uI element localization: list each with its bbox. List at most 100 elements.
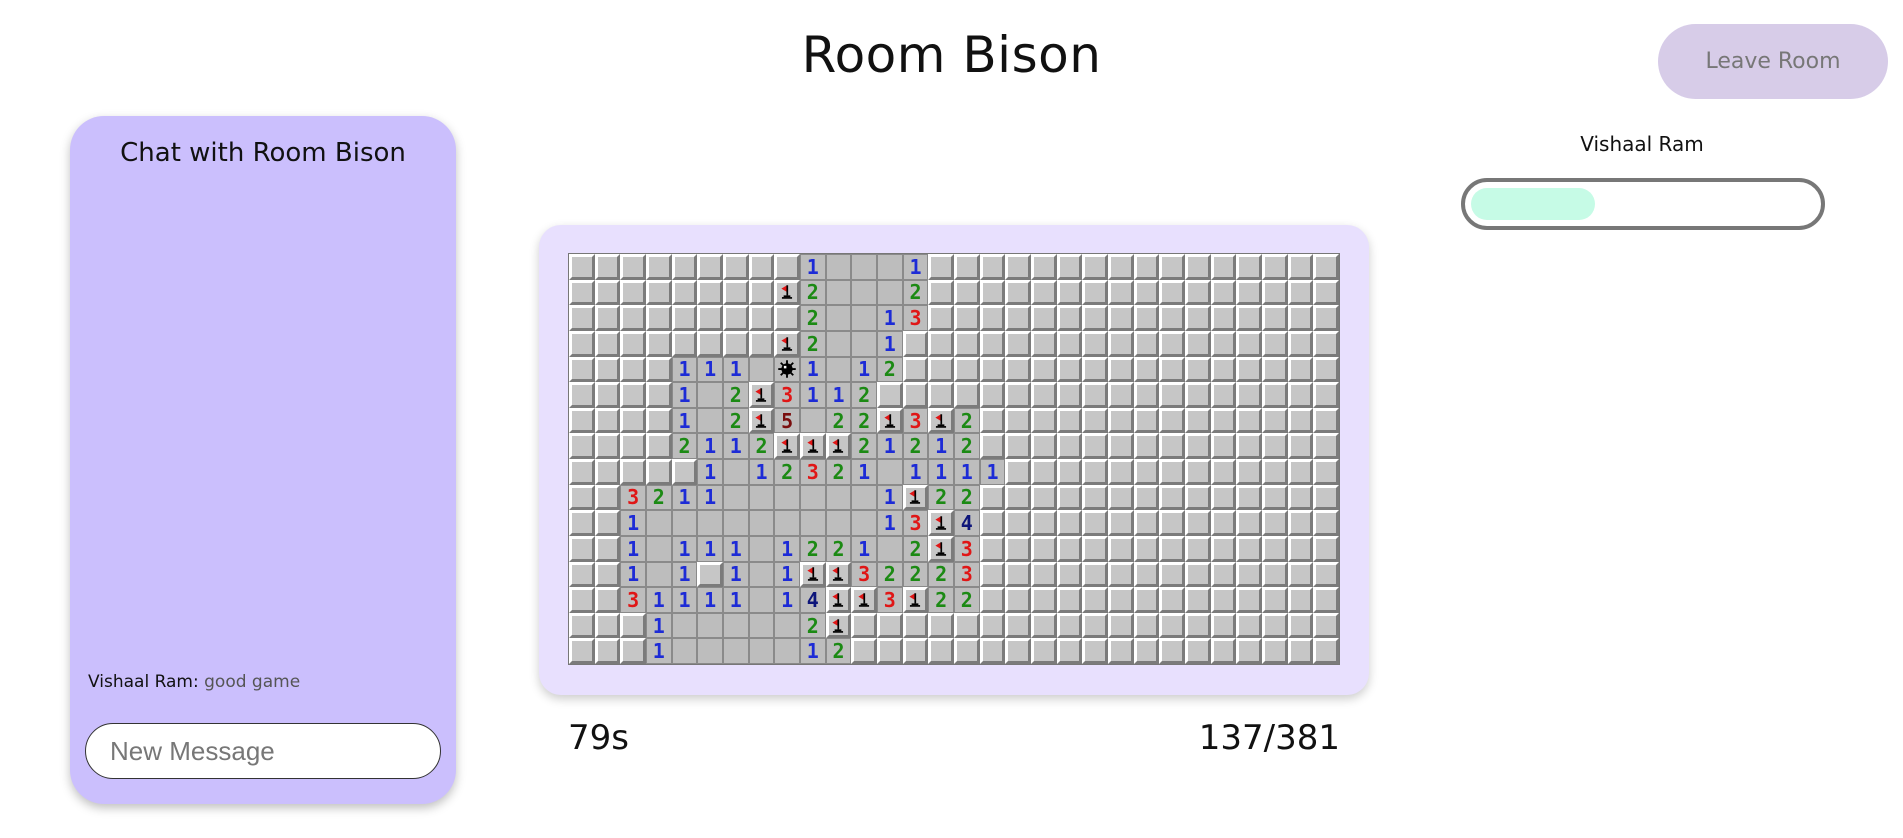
hidden-cell[interactable] bbox=[1082, 382, 1108, 408]
hidden-cell[interactable] bbox=[1107, 305, 1134, 331]
hidden-cell[interactable] bbox=[1236, 510, 1262, 536]
empty-cell[interactable] bbox=[722, 510, 749, 536]
hidden-cell[interactable] bbox=[645, 254, 672, 280]
hidden-cell[interactable] bbox=[1159, 407, 1185, 434]
hidden-cell[interactable] bbox=[569, 279, 595, 306]
number-cell[interactable]: 1 bbox=[928, 459, 954, 485]
empty-cell[interactable] bbox=[748, 561, 775, 588]
empty-cell[interactable] bbox=[851, 484, 877, 511]
hidden-cell[interactable] bbox=[1159, 587, 1185, 613]
empty-cell[interactable] bbox=[774, 510, 800, 536]
number-cell[interactable]: 1 bbox=[671, 561, 698, 588]
number-cell[interactable]: 1 bbox=[722, 587, 749, 613]
hidden-cell[interactable] bbox=[1236, 433, 1262, 459]
hidden-cell[interactable] bbox=[1005, 587, 1031, 613]
hidden-cell[interactable] bbox=[569, 305, 595, 331]
empty-cell[interactable] bbox=[825, 330, 852, 357]
hidden-cell[interactable] bbox=[1056, 433, 1083, 459]
number-cell[interactable]: 1 bbox=[722, 356, 749, 383]
hidden-cell[interactable] bbox=[645, 305, 672, 331]
number-cell[interactable]: 2 bbox=[902, 279, 929, 306]
number-cell[interactable]: 1 bbox=[620, 561, 646, 588]
number-cell[interactable]: 1 bbox=[671, 587, 698, 613]
hidden-cell[interactable] bbox=[594, 305, 621, 331]
hidden-cell[interactable] bbox=[1030, 305, 1057, 331]
hidden-cell[interactable] bbox=[1313, 407, 1339, 434]
hidden-cell[interactable] bbox=[594, 638, 621, 664]
hidden-cell[interactable] bbox=[1005, 484, 1031, 511]
hidden-cell[interactable] bbox=[671, 459, 698, 485]
hidden-cell[interactable] bbox=[1236, 279, 1262, 306]
empty-cell[interactable] bbox=[722, 459, 749, 485]
hidden-cell[interactable] bbox=[620, 305, 646, 331]
hidden-cell[interactable] bbox=[697, 279, 723, 306]
number-cell[interactable]: 1 bbox=[697, 484, 723, 511]
hidden-cell[interactable] bbox=[1287, 510, 1314, 536]
hidden-cell[interactable] bbox=[1159, 382, 1185, 408]
flag-icon[interactable] bbox=[851, 587, 877, 613]
hidden-cell[interactable] bbox=[1313, 484, 1339, 511]
hidden-cell[interactable] bbox=[1030, 330, 1057, 357]
number-cell[interactable]: 1 bbox=[620, 510, 646, 536]
number-cell[interactable]: 1 bbox=[645, 638, 672, 664]
empty-cell[interactable] bbox=[697, 382, 723, 408]
hidden-cell[interactable] bbox=[569, 484, 595, 511]
hidden-cell[interactable] bbox=[953, 254, 980, 280]
hidden-cell[interactable] bbox=[1159, 535, 1185, 562]
number-cell[interactable]: 1 bbox=[645, 587, 672, 613]
hidden-cell[interactable] bbox=[876, 382, 903, 408]
empty-cell[interactable] bbox=[799, 510, 826, 536]
hidden-cell[interactable] bbox=[851, 638, 877, 664]
hidden-cell[interactable] bbox=[1005, 382, 1031, 408]
number-cell[interactable]: 2 bbox=[851, 407, 877, 434]
hidden-cell[interactable] bbox=[1030, 587, 1057, 613]
hidden-cell[interactable] bbox=[1313, 459, 1339, 485]
hidden-cell[interactable] bbox=[1287, 561, 1314, 588]
hidden-cell[interactable] bbox=[1082, 459, 1108, 485]
flag-icon[interactable] bbox=[748, 407, 775, 434]
hidden-cell[interactable] bbox=[1313, 382, 1339, 408]
hidden-cell[interactable] bbox=[979, 279, 1006, 306]
hidden-cell[interactable] bbox=[722, 305, 749, 331]
hidden-cell[interactable] bbox=[1133, 612, 1160, 639]
number-cell[interactable]: 1 bbox=[851, 535, 877, 562]
hidden-cell[interactable] bbox=[1005, 433, 1031, 459]
hidden-cell[interactable] bbox=[928, 382, 954, 408]
hidden-cell[interactable] bbox=[1133, 279, 1160, 306]
empty-cell[interactable] bbox=[645, 510, 672, 536]
hidden-cell[interactable] bbox=[594, 510, 621, 536]
hidden-cell[interactable] bbox=[1082, 484, 1108, 511]
number-cell[interactable]: 1 bbox=[876, 305, 903, 331]
hidden-cell[interactable] bbox=[1056, 407, 1083, 434]
hidden-cell[interactable] bbox=[748, 254, 775, 280]
hidden-cell[interactable] bbox=[594, 561, 621, 588]
hidden-cell[interactable] bbox=[1082, 356, 1108, 383]
hidden-cell[interactable] bbox=[1030, 382, 1057, 408]
hidden-cell[interactable] bbox=[1261, 279, 1288, 306]
hidden-cell[interactable] bbox=[1236, 484, 1262, 511]
hidden-cell[interactable] bbox=[1056, 484, 1083, 511]
number-cell[interactable]: 1 bbox=[748, 459, 775, 485]
number-cell[interactable]: 1 bbox=[671, 382, 698, 408]
number-cell[interactable]: 2 bbox=[902, 433, 929, 459]
hidden-cell[interactable] bbox=[979, 535, 1006, 562]
flag-icon[interactable] bbox=[825, 587, 852, 613]
number-cell[interactable]: 2 bbox=[825, 638, 852, 664]
number-cell[interactable]: 2 bbox=[722, 382, 749, 408]
hidden-cell[interactable] bbox=[902, 638, 929, 664]
hidden-cell[interactable] bbox=[1133, 254, 1160, 280]
number-cell[interactable]: 3 bbox=[620, 484, 646, 511]
hidden-cell[interactable] bbox=[876, 612, 903, 639]
hidden-cell[interactable] bbox=[1184, 356, 1211, 383]
hidden-cell[interactable] bbox=[594, 612, 621, 639]
hidden-cell[interactable] bbox=[1287, 612, 1314, 639]
hidden-cell[interactable] bbox=[1030, 484, 1057, 511]
hidden-cell[interactable] bbox=[1287, 459, 1314, 485]
number-cell[interactable]: 1 bbox=[774, 561, 800, 588]
hidden-cell[interactable] bbox=[1005, 330, 1031, 357]
hidden-cell[interactable] bbox=[928, 305, 954, 331]
number-cell[interactable]: 1 bbox=[697, 433, 723, 459]
hidden-cell[interactable] bbox=[1107, 356, 1134, 383]
hidden-cell[interactable] bbox=[1056, 638, 1083, 664]
empty-cell[interactable] bbox=[876, 279, 903, 306]
